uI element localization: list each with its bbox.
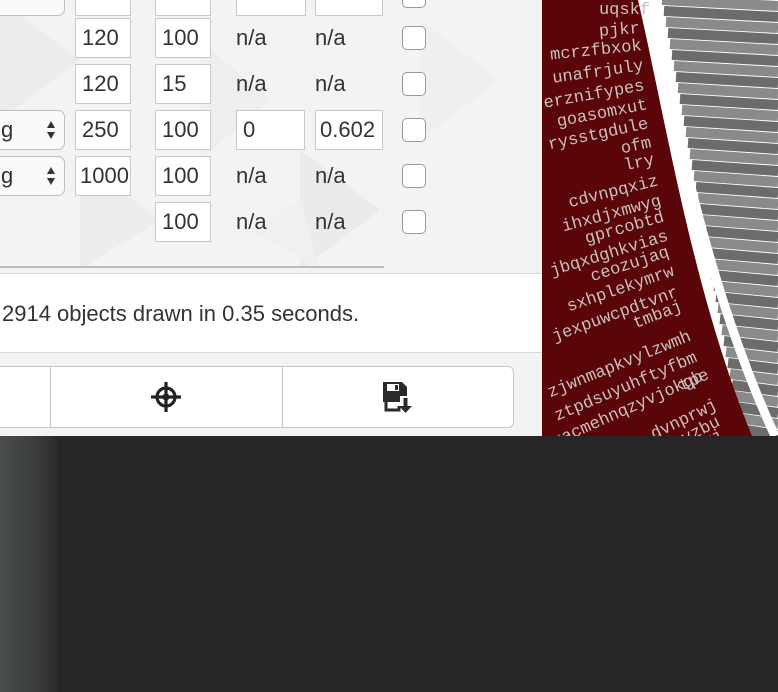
background-stripe	[665, 17, 778, 33]
background-stripe	[711, 270, 778, 286]
status-text: 2914 objects drawn in 0.35 seconds.	[2, 301, 360, 326]
background-stripe	[675, 72, 778, 88]
wordcloud-canvas: uqskfpjkrmcrzfbxokunafrjulyerznifypesgoa…	[542, 0, 778, 436]
background-stripe	[689, 149, 778, 165]
value-input[interactable]: 100	[155, 156, 211, 196]
value-input[interactable]: 250	[75, 110, 131, 150]
background-stripe	[677, 83, 778, 99]
background-stripe	[673, 61, 778, 77]
background-stripe	[699, 204, 778, 220]
toolbar-button-hidden[interactable]	[0, 367, 51, 427]
background-stripe	[709, 259, 778, 275]
type-select[interactable]	[0, 0, 65, 16]
dark-background-area	[58, 436, 778, 692]
save-download-button[interactable]	[283, 367, 513, 427]
background-stripe	[727, 358, 778, 374]
value-text: n/a	[315, 209, 346, 234]
value-input[interactable]: 120	[75, 64, 131, 104]
center-view-button[interactable]	[51, 367, 283, 427]
value-input[interactable]	[155, 0, 211, 16]
value-text: n/a	[315, 163, 346, 188]
value-text: n/a	[236, 25, 267, 50]
type-select-value: g	[1, 117, 14, 142]
row-checkbox[interactable]	[402, 118, 426, 142]
table-row	[0, 0, 542, 18]
wordcloud-word: uqskf	[599, 1, 650, 20]
background-stripe	[707, 248, 778, 264]
table-row: 100 n/a n/a	[0, 202, 542, 244]
value-input[interactable]: 100	[155, 202, 211, 242]
value-text: n/a	[315, 71, 346, 96]
select-arrows-icon	[47, 167, 55, 185]
background-stripe	[683, 116, 778, 132]
background-stripe	[671, 50, 778, 66]
toolbar-button-group	[0, 366, 514, 428]
save-download-icon	[383, 382, 412, 413]
background-stripe	[685, 127, 778, 143]
background-stripe	[663, 6, 778, 22]
row-checkbox[interactable]	[402, 26, 426, 50]
table-row: 120 15 n/a n/a	[0, 64, 542, 106]
table-row: g 1000 100 n/a n/a	[0, 156, 542, 198]
value-text: n/a	[236, 71, 267, 96]
value-input[interactable]	[236, 0, 306, 16]
value-input[interactable]: 0	[236, 110, 305, 150]
background-stripe	[681, 105, 778, 121]
type-select[interactable]: g	[0, 156, 65, 196]
value-input[interactable]: 100	[155, 18, 211, 58]
wordcloud-view: uqskf pjkr mcrzfbxok unafrjuly erznifypes goa…	[542, 0, 778, 436]
background-stripe	[723, 336, 778, 352]
background-stripe	[703, 226, 778, 242]
row-checkbox[interactable]	[402, 210, 426, 234]
background-stripe	[691, 160, 778, 176]
type-select[interactable]: g	[0, 110, 65, 150]
value-input[interactable]: 120	[75, 18, 131, 58]
row-checkbox[interactable]	[402, 164, 426, 188]
background-stripe	[705, 237, 778, 253]
background-stripe	[725, 347, 778, 363]
crosshair-icon	[151, 382, 181, 412]
type-select-value: g	[1, 163, 14, 188]
background-stripe	[697, 193, 778, 209]
background-stripe	[661, 0, 778, 11]
select-arrows-icon	[47, 121, 55, 139]
value-input[interactable]	[75, 0, 131, 16]
background-stripe	[687, 138, 778, 154]
value-input[interactable]	[315, 0, 383, 16]
value-text: n/a	[236, 209, 267, 234]
background-stripe	[669, 39, 778, 55]
value-input[interactable]: 100	[155, 110, 211, 150]
background-stripe	[667, 28, 778, 44]
table-row: 120 100 n/a n/a	[0, 18, 542, 60]
value-input[interactable]: 0.602	[315, 110, 383, 150]
table-row: g 250 100 0 0.602	[0, 110, 542, 152]
background-stripe	[695, 182, 778, 198]
settings-panel: 120 100 n/a n/a 120 15 n/a n/a g 250 100…	[0, 0, 542, 436]
value-input[interactable]: 15	[155, 64, 211, 104]
value-text: n/a	[236, 163, 267, 188]
value-text: n/a	[315, 25, 346, 50]
divider	[0, 266, 384, 268]
background-stripe	[693, 171, 778, 187]
dock-left-edge	[0, 436, 58, 692]
background-stripe	[679, 94, 778, 110]
row-checkbox[interactable]	[402, 0, 426, 8]
row-checkbox[interactable]	[402, 72, 426, 96]
value-input[interactable]: 1000	[75, 156, 131, 196]
background-stripe	[701, 215, 778, 231]
